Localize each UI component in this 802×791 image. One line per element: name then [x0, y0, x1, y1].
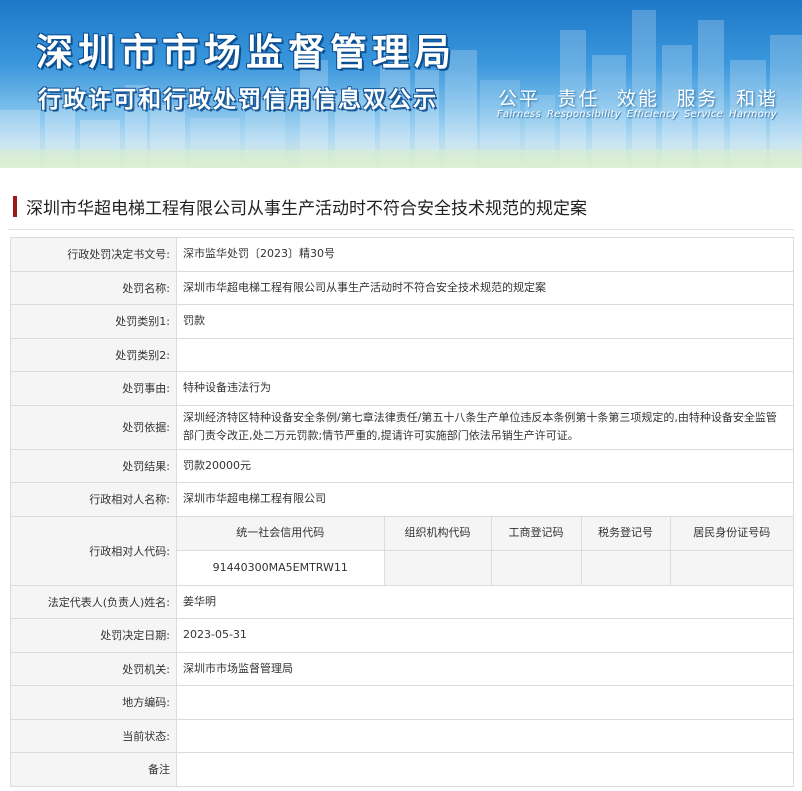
table-row: 处罚决定日期: 2023-05-31 — [10, 618, 794, 653]
code-header: 统一社会信用代码 — [177, 516, 385, 551]
field-value — [176, 718, 794, 753]
table-row: 处罚类别1: 罚款 — [10, 304, 794, 339]
slogan-en: Fairness Responsibility Efficiency Servi… — [497, 109, 777, 120]
code-value — [670, 550, 793, 585]
table-row: 处罚事由: 特种设备违法行为 — [10, 371, 794, 406]
codes-header-row: 统一社会信用代码 组织机构代码 工商登记码 税务登记号 居民身份证号码 — [177, 516, 793, 551]
field-value: 深圳市华超电梯工程有限公司 — [176, 482, 794, 517]
table-row: 处罚名称: 深圳市华超电梯工程有限公司从事生产活动时不符合安全技术规范的规定案 — [10, 270, 794, 305]
penalty-info-table: 行政处罚决定书文号: 深市监华处罚〔2023〕精30号 处罚名称: 深圳市华超电… — [10, 237, 794, 787]
field-value — [176, 752, 794, 787]
table-row-codes: 行政相对人代码: 统一社会信用代码 组织机构代码 工商登记码 税务登记号 居民身… — [10, 515, 794, 586]
field-label: 当前状态: — [10, 718, 177, 753]
table-row: 处罚结果: 罚款20000元 — [10, 448, 794, 483]
code-value — [581, 550, 671, 585]
field-value: 深市监华处罚〔2023〕精30号 — [176, 237, 794, 272]
codes-value-row: 91440300MA5EMTRW11 — [177, 550, 793, 585]
field-label: 处罚类别1: — [10, 304, 177, 339]
field-label: 备注 — [10, 752, 177, 787]
field-label: 法定代表人(负责人)姓名: — [10, 584, 177, 619]
field-label: 地方编码: — [10, 685, 177, 720]
field-value: 罚款 — [176, 304, 794, 339]
code-header: 居民身份证号码 — [670, 516, 793, 551]
code-header: 组织机构代码 — [384, 516, 492, 551]
field-value: 2023-05-31 — [176, 618, 794, 653]
field-label: 处罚名称: — [10, 270, 177, 305]
table-row: 法定代表人(负责人)姓名: 姜华明 — [10, 584, 794, 619]
field-value — [176, 337, 794, 372]
code-value — [384, 550, 492, 585]
field-label: 行政相对人名称: — [10, 482, 177, 517]
field-label: 处罚机关: — [10, 651, 177, 686]
table-row: 行政相对人名称: 深圳市华超电梯工程有限公司 — [10, 482, 794, 517]
heading-accent-bar — [13, 196, 17, 217]
table-row: 处罚类别2: — [10, 337, 794, 372]
slogan-en-item: Service — [684, 109, 724, 120]
code-value: 91440300MA5EMTRW11 — [177, 550, 385, 585]
bureau-title: 深圳市市场监督管理局 — [36, 31, 456, 74]
field-label: 行政相对人代码: — [10, 515, 177, 586]
slogan-en-item: Responsibility — [547, 109, 621, 120]
table-row: 处罚机关: 深圳市市场监督管理局 — [10, 651, 794, 686]
slogan-item: 责任 — [557, 88, 600, 110]
slogan-en-item: Fairness — [497, 109, 542, 120]
case-title: 深圳市华超电梯工程有限公司从事生产活动时不符合安全技术规范的规定案 — [26, 199, 587, 219]
field-value: 特种设备违法行为 — [176, 371, 794, 406]
code-value — [491, 550, 582, 585]
field-value: 深圳经济特区特种设备安全条例/第七章法律责任/第五十八条生产单位违反本条例第十条… — [176, 404, 794, 450]
codes-table: 统一社会信用代码 组织机构代码 工商登记码 税务登记号 居民身份证号码 9144… — [177, 516, 793, 585]
field-value: 深圳市华超电梯工程有限公司从事生产活动时不符合安全技术规范的规定案 — [176, 270, 794, 305]
codes-cell: 统一社会信用代码 组织机构代码 工商登记码 税务登记号 居民身份证号码 9144… — [176, 515, 794, 586]
divider — [8, 229, 794, 230]
field-label: 处罚类别2: — [10, 337, 177, 372]
field-value: 罚款20000元 — [176, 448, 794, 483]
code-header: 工商登记码 — [491, 516, 582, 551]
field-value: 姜华明 — [176, 584, 794, 619]
slogan-en-item: Harmony — [729, 109, 777, 120]
table-row: 处罚依据: 深圳经济特区特种设备安全条例/第七章法律责任/第五十八条生产单位违反… — [10, 404, 794, 450]
field-label: 处罚事由: — [10, 371, 177, 406]
field-label: 行政处罚决定书文号: — [10, 237, 177, 272]
slogan-item: 服务 — [676, 88, 719, 110]
field-label: 处罚结果: — [10, 448, 177, 483]
slogan-item: 和谐 — [735, 88, 778, 110]
field-value: 深圳市市场监督管理局 — [176, 651, 794, 686]
field-label: 处罚依据: — [10, 404, 177, 450]
case-heading: 深圳市华超电梯工程有限公司从事生产活动时不符合安全技术规范的规定案 — [0, 186, 802, 226]
table-row: 当前状态: — [10, 718, 794, 753]
table-row: 行政处罚决定书文号: 深市监华处罚〔2023〕精30号 — [10, 237, 794, 272]
field-value — [176, 685, 794, 720]
table-row: 地方编码: — [10, 685, 794, 720]
slogan-cn: 公平 责任 效能 服务 和谐 — [498, 84, 778, 111]
table-row: 备注 — [10, 752, 794, 787]
header-banner: 深圳市市场监督管理局 行政许可和行政处罚信用信息双公示 公平 责任 效能 服务 … — [0, 0, 802, 168]
slogan-item: 效能 — [616, 88, 659, 110]
code-header: 税务登记号 — [581, 516, 671, 551]
slogan-en-item: Efficiency — [626, 109, 679, 120]
slogan-item: 公平 — [498, 88, 541, 110]
banner-subtitle: 行政许可和行政处罚信用信息双公示 — [38, 87, 438, 113]
field-label: 处罚决定日期: — [10, 618, 177, 653]
